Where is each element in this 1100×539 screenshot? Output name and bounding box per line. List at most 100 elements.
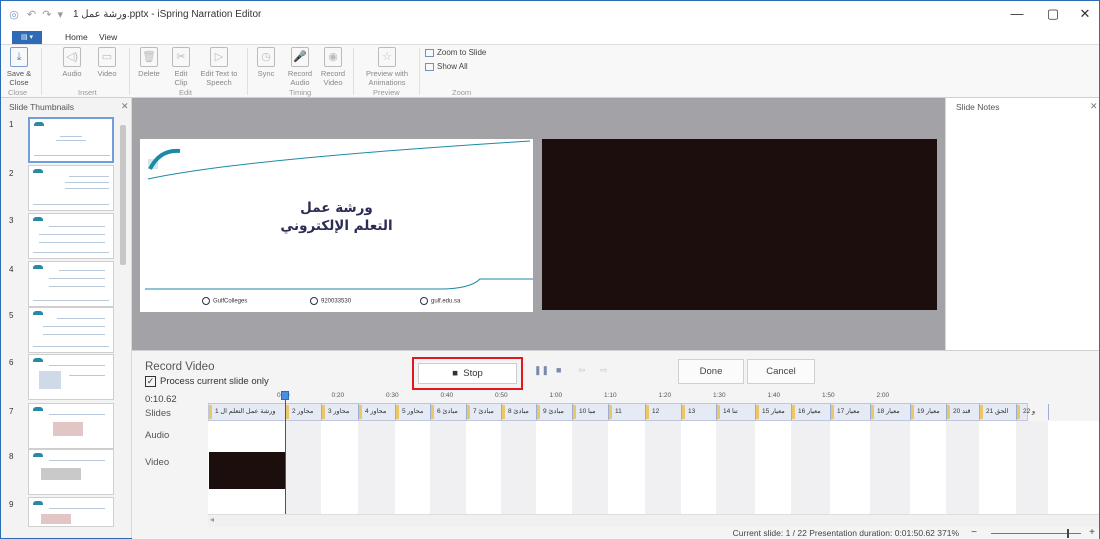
slide-segment[interactable]: 6 مبادئ bbox=[431, 404, 467, 420]
slide-marker[interactable] bbox=[682, 405, 685, 419]
slide-segment[interactable]: 22 و bbox=[1017, 404, 1049, 420]
slide-marker[interactable] bbox=[792, 405, 795, 419]
slide-segment[interactable]: 20 قند bbox=[947, 404, 980, 420]
restore-icon[interactable]: ▢ bbox=[1035, 5, 1071, 23]
slide-segment[interactable]: 9 مبادئ bbox=[537, 404, 573, 420]
slide-segment[interactable]: 15 معيار bbox=[756, 404, 792, 420]
zoom-to-slide-button[interactable]: Zoom to Slide bbox=[425, 48, 486, 57]
slide-segment[interactable]: 5 محاور bbox=[396, 404, 431, 420]
close-window-icon[interactable]: ✕ bbox=[1067, 5, 1100, 23]
minimize-icon[interactable]: — bbox=[999, 5, 1035, 23]
stop-square-icon[interactable]: ■ bbox=[556, 365, 561, 375]
slide-segment[interactable]: 2 محاور bbox=[286, 404, 322, 420]
thumbnails-scrollbar[interactable] bbox=[120, 125, 126, 265]
audio-button[interactable]: ◁) Audio bbox=[59, 47, 85, 78]
tab-home[interactable]: Home bbox=[65, 31, 88, 44]
previous-slide-icon[interactable]: ⇦ bbox=[578, 365, 586, 376]
edit-clip-button[interactable]: ✂ Edit Clip bbox=[169, 47, 193, 87]
slide-segment[interactable]: 11 bbox=[609, 404, 646, 420]
slide-segment[interactable]: 8 مبادئ bbox=[502, 404, 537, 420]
slide-segment[interactable]: 16 معيار bbox=[792, 404, 831, 420]
slide-marker[interactable] bbox=[717, 405, 720, 419]
redo-icon[interactable]: ↷ bbox=[42, 8, 51, 21]
customize-quick-access-icon[interactable]: ▾ bbox=[57, 8, 63, 21]
slide-thumbnail[interactable] bbox=[28, 307, 114, 353]
slide-marker[interactable] bbox=[359, 405, 362, 419]
slide-thumbnail[interactable] bbox=[28, 354, 114, 400]
file-menu-button[interactable]: ▤ ▾ bbox=[12, 31, 42, 44]
slide-segment[interactable]: 13 bbox=[682, 404, 717, 420]
slide-notes-panel[interactable]: Slide Notes ✕ bbox=[945, 98, 1099, 350]
slide-thumbnail[interactable] bbox=[28, 403, 114, 449]
zoom-slider-thumb[interactable] bbox=[1067, 529, 1069, 538]
sync-button[interactable]: ◷ Sync bbox=[253, 47, 279, 78]
preview-with-animations-button[interactable]: ☆ Preview with Animations bbox=[359, 47, 415, 87]
timeline-scrollbar[interactable]: ◂ bbox=[208, 514, 1099, 527]
timeline-ruler[interactable]: 0:100:200:300:400:501:001:101:201:301:40… bbox=[208, 391, 1099, 403]
video-clip[interactable] bbox=[209, 452, 285, 489]
close-thumbnails-icon[interactable]: ✕ bbox=[121, 101, 129, 112]
slide-segment-label: 5 محاور bbox=[402, 408, 424, 415]
slide-marker[interactable] bbox=[286, 405, 289, 419]
slide-segment-label: 18 معيار bbox=[877, 408, 900, 415]
slide-segment[interactable]: 14 تنا bbox=[717, 404, 756, 420]
slide-marker[interactable] bbox=[396, 405, 399, 419]
slide-thumbnail[interactable] bbox=[28, 117, 114, 163]
slide-thumbnail[interactable] bbox=[28, 261, 114, 307]
zoom-in-button[interactable]: + bbox=[1089, 527, 1095, 538]
slide-thumbnail[interactable] bbox=[28, 449, 114, 495]
save-close-button[interactable]: ⤓ Save & Close bbox=[5, 47, 33, 87]
next-slide-icon[interactable]: ⇨ bbox=[600, 365, 608, 376]
slide-marker[interactable] bbox=[1017, 405, 1020, 419]
close-notes-icon[interactable]: ✕ bbox=[1090, 101, 1098, 112]
checkbox-icon[interactable]: ✓ bbox=[145, 376, 156, 387]
slide-marker[interactable] bbox=[609, 405, 612, 419]
slide-segment[interactable]: 10 مبا bbox=[573, 404, 609, 420]
slide-marker[interactable] bbox=[537, 405, 540, 419]
tab-view[interactable]: View bbox=[99, 31, 117, 44]
slide-segment[interactable]: 12 bbox=[646, 404, 682, 420]
slide-marker[interactable] bbox=[911, 405, 914, 419]
delete-button[interactable]: 🗑 Delete bbox=[135, 47, 163, 78]
slide-marker[interactable] bbox=[980, 405, 983, 419]
slide-marker[interactable] bbox=[756, 405, 759, 419]
undo-icon[interactable]: ↶ bbox=[27, 8, 36, 21]
pause-icon[interactable]: ❚❚ bbox=[534, 365, 549, 376]
slide-segment[interactable]: 4 محاور bbox=[359, 404, 396, 420]
slide-marker[interactable] bbox=[831, 405, 834, 419]
thumb-number: 7 bbox=[9, 407, 14, 416]
record-audio-button[interactable]: 🎤 Record Audio bbox=[285, 47, 315, 87]
slide-marker[interactable] bbox=[573, 405, 576, 419]
ribbon: ⤓ Save & Close ◁) Audio ▭ Video 🗑 Delete… bbox=[1, 44, 1099, 98]
ruler-tick-label: 2:00 bbox=[876, 392, 890, 399]
slide-thumbnail[interactable] bbox=[28, 165, 114, 211]
stop-recording-button[interactable]: ■ Stop bbox=[412, 357, 523, 390]
video-button[interactable]: ▭ Video bbox=[93, 47, 121, 78]
record-video-button[interactable]: ◉ Record Video bbox=[317, 47, 349, 87]
slide-marker[interactable] bbox=[209, 405, 212, 419]
slide-segment[interactable]: 1 ورشة عمل التعلم ال bbox=[209, 404, 286, 420]
slide-marker[interactable] bbox=[646, 405, 649, 419]
slide-thumbnail[interactable] bbox=[28, 213, 114, 259]
process-current-slide-checkbox[interactable]: ✓ Process current slide only bbox=[145, 376, 269, 387]
slide-marker[interactable] bbox=[502, 405, 505, 419]
slide-marker[interactable] bbox=[871, 405, 874, 419]
slide-marker[interactable] bbox=[322, 405, 325, 419]
slide-marker[interactable] bbox=[431, 405, 434, 419]
slide-marker[interactable] bbox=[947, 405, 950, 419]
zoom-out-button[interactable]: − bbox=[971, 527, 977, 538]
slide-marker[interactable] bbox=[467, 405, 470, 419]
slide-segment[interactable]: 19 معيار bbox=[911, 404, 947, 420]
scroll-left-icon[interactable]: ◂ bbox=[210, 515, 214, 524]
cancel-button[interactable]: Cancel bbox=[747, 359, 815, 384]
done-button[interactable]: Done bbox=[678, 359, 744, 384]
slide-segment[interactable]: 17 معيار bbox=[831, 404, 871, 420]
slide-segment[interactable]: 7 مبادئ bbox=[467, 404, 502, 420]
slide-segment[interactable]: 3 محاور bbox=[322, 404, 359, 420]
show-all-button[interactable]: Show All bbox=[425, 62, 468, 71]
edit-text-to-speech-button[interactable]: ▷ Edit Text to Speech bbox=[199, 47, 239, 87]
slide-segment[interactable]: 18 معيار bbox=[871, 404, 911, 420]
playhead-handle[interactable] bbox=[281, 391, 289, 400]
slide-thumbnail[interactable] bbox=[28, 497, 114, 527]
slide-segment[interactable]: 21 الحق bbox=[980, 404, 1017, 420]
